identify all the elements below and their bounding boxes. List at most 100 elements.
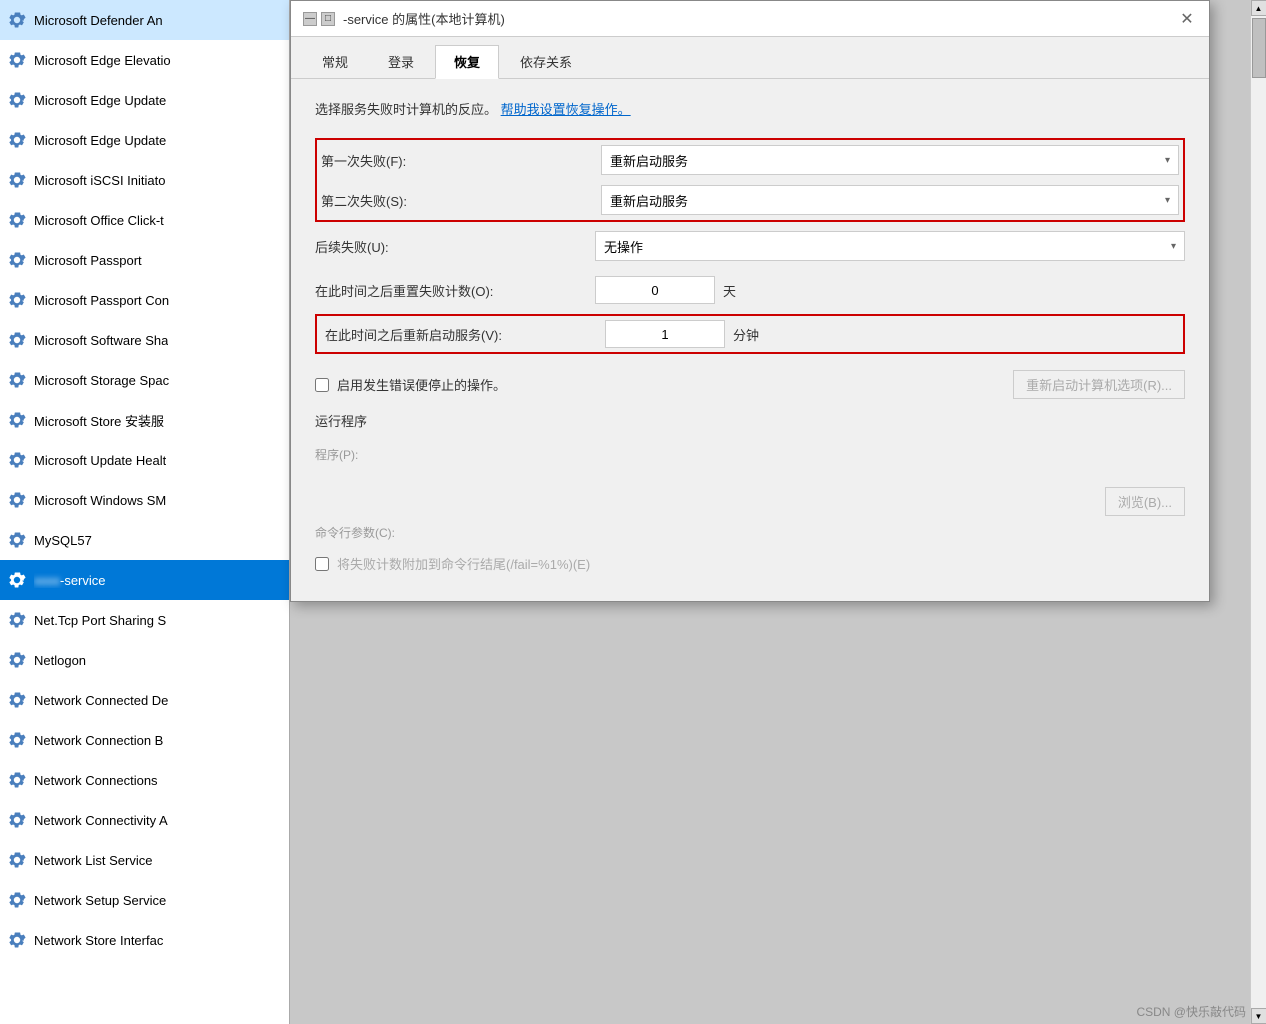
service-name: Microsoft Storage Spac	[34, 373, 169, 388]
service-item[interactable]: xxxx-service	[0, 560, 289, 600]
service-name: Microsoft Edge Update	[34, 133, 166, 148]
second-failure-arrow: ▾	[1165, 195, 1170, 206]
minimize-btn[interactable]: —	[303, 12, 317, 26]
gear-icon	[6, 369, 28, 391]
service-list: Microsoft Defender An Microsoft Edge Elev…	[0, 0, 289, 960]
second-failure-row: 第二次失败(S): 重新启动服务 ▾	[321, 184, 1179, 216]
service-item[interactable]: Microsoft Passport	[0, 240, 289, 280]
subsequent-failure-dropdown[interactable]: 无操作 ▾	[595, 231, 1185, 261]
first-failure-row: 第一次失败(F): 重新启动服务 ▾	[321, 144, 1179, 176]
service-item[interactable]: Netlogon	[0, 640, 289, 680]
subsequent-failure-value: 无操作	[604, 237, 643, 256]
second-failure-dropdown[interactable]: 重新启动服务 ▾	[601, 185, 1179, 215]
service-item[interactable]: Network List Service	[0, 840, 289, 880]
restart-service-section: 在此时间之后重新启动服务(V): 分钟	[315, 314, 1185, 354]
service-item[interactable]: Microsoft Software Sha	[0, 320, 289, 360]
service-item[interactable]: Microsoft Storage Spac	[0, 360, 289, 400]
service-name: Microsoft Edge Update	[34, 93, 166, 108]
tab-login[interactable]: 登录	[369, 45, 433, 78]
scroll-down-arrow[interactable]: ▼	[1251, 1008, 1266, 1024]
service-name: Microsoft iSCSI Initiato	[34, 173, 166, 188]
scroll-thumb[interactable]	[1252, 18, 1266, 78]
gear-icon	[6, 209, 28, 231]
service-name: Microsoft Edge Elevatio	[34, 53, 171, 68]
service-item[interactable]: Microsoft iSCSI Initiato	[0, 160, 289, 200]
gear-icon	[6, 929, 28, 951]
restart-computer-btn[interactable]: 重新启动计算机选项(R)...	[1013, 370, 1185, 399]
help-link[interactable]: 帮助我设置恢复操作。	[501, 102, 631, 117]
service-item[interactable]: Network Connection B	[0, 720, 289, 760]
service-item[interactable]: Microsoft Store 安装服	[0, 400, 289, 440]
subsequent-failure-arrow: ▾	[1171, 241, 1176, 252]
service-name: Microsoft Passport	[34, 253, 142, 268]
service-item[interactable]: Network Connected De	[0, 680, 289, 720]
tab-general[interactable]: 常规	[303, 45, 367, 78]
service-name: Netlogon	[34, 653, 86, 668]
append-failcount-checkbox[interactable]	[315, 557, 329, 571]
service-name: Network Connections	[34, 773, 158, 788]
append-checkbox-row: 将失败计数附加到命令行结尾(/fail=%1%)(E)	[315, 554, 1185, 573]
service-name: Net.Tcp Port Sharing S	[34, 613, 166, 628]
gear-icon	[6, 449, 28, 471]
service-item[interactable]: Net.Tcp Port Sharing S	[0, 600, 289, 640]
maximize-btn[interactable]: □	[321, 12, 335, 26]
service-item[interactable]: Microsoft Defender An	[0, 0, 289, 40]
gear-icon	[6, 49, 28, 71]
service-item[interactable]: Microsoft Edge Update	[0, 80, 289, 120]
reset-count-unit: 天	[723, 281, 736, 300]
description-text: 选择服务失败时计算机的反应。	[315, 102, 497, 117]
subsequent-failure-control: 无操作 ▾	[595, 231, 1185, 261]
service-name: Microsoft Office Click-t	[34, 213, 164, 228]
service-item[interactable]: Network Store Interfac	[0, 920, 289, 960]
reset-count-input-group: 天	[595, 276, 1185, 304]
service-name: Network List Service	[34, 853, 152, 868]
service-item[interactable]: MySQL57	[0, 520, 289, 560]
service-name: Microsoft Defender An	[34, 13, 163, 28]
reset-count-row: 在此时间之后重置失败计数(O): 天	[315, 274, 1185, 306]
reset-count-input[interactable]	[595, 276, 715, 304]
restart-service-row: 在此时间之后重新启动服务(V): 分钟	[315, 314, 1185, 354]
service-item[interactable]: Microsoft Edge Update	[0, 120, 289, 160]
gear-icon	[6, 769, 28, 791]
program-row: 浏览(B)...	[315, 487, 1185, 516]
failure-section-red: 第一次失败(F): 重新启动服务 ▾ 第二次失败(S): 重新启动服务 ▾	[315, 138, 1185, 222]
service-name: Microsoft Software Sha	[34, 333, 168, 348]
gear-icon	[6, 649, 28, 671]
stop-on-error-checkbox[interactable]	[315, 378, 329, 392]
service-name: Network Setup Service	[34, 893, 166, 908]
title-controls: — □	[303, 12, 335, 26]
tab-deps[interactable]: 依存关系	[501, 45, 591, 78]
service-name: Network Connection B	[34, 733, 163, 748]
service-item[interactable]: Network Connectivity A	[0, 800, 289, 840]
service-item[interactable]: Microsoft Passport Con	[0, 280, 289, 320]
subsequent-failure-label: 后续失败(U):	[315, 237, 595, 256]
service-item[interactable]: Network Setup Service	[0, 880, 289, 920]
first-failure-dropdown[interactable]: 重新启动服务 ▾	[601, 145, 1179, 175]
gear-icon	[6, 249, 28, 271]
gear-icon	[6, 809, 28, 831]
append-label-text: 将失败计数附加到命令行结尾(/fail=%1%)(E)	[337, 554, 590, 573]
scroll-up-arrow[interactable]: ▲	[1251, 0, 1266, 16]
service-name: MySQL57	[34, 533, 92, 548]
restart-service-input[interactable]	[605, 320, 725, 348]
second-failure-label: 第二次失败(S):	[321, 191, 601, 210]
run-program-section: 运行程序 程序(P): 浏览(B)... 命令行参数(C): 将失败计数附加到命…	[315, 411, 1185, 581]
browse-button[interactable]: 浏览(B)...	[1105, 487, 1185, 516]
service-item[interactable]: Network Connections	[0, 760, 289, 800]
reset-count-label: 在此时间之后重置失败计数(O):	[315, 281, 595, 300]
tab-recovery[interactable]: 恢复	[435, 45, 499, 79]
service-item[interactable]: Microsoft Edge Elevatio	[0, 40, 289, 80]
service-item[interactable]: Microsoft Windows SM	[0, 480, 289, 520]
service-item[interactable]: Microsoft Office Click-t	[0, 200, 289, 240]
gear-icon	[6, 129, 28, 151]
program-label-text: 程序(P):	[315, 446, 1185, 463]
service-name: Network Connectivity A	[34, 813, 168, 828]
restart-service-label: 在此时间之后重新启动服务(V):	[325, 325, 605, 344]
gear-icon	[6, 9, 28, 31]
service-item[interactable]: Microsoft Update Healt	[0, 440, 289, 480]
service-name: Microsoft Store 安装服	[34, 411, 164, 430]
close-button[interactable]: ✕	[1177, 9, 1197, 29]
properties-dialog: — □ -service 的属性(本地计算机) ✕ 常规 登录 恢复 依存关系 …	[290, 0, 1210, 602]
watermark: CSDN @快乐敲代码	[1136, 1003, 1246, 1020]
stop-on-error-row: 启用发生错误便停止的操作。 重新启动计算机选项(R)...	[315, 370, 1185, 399]
